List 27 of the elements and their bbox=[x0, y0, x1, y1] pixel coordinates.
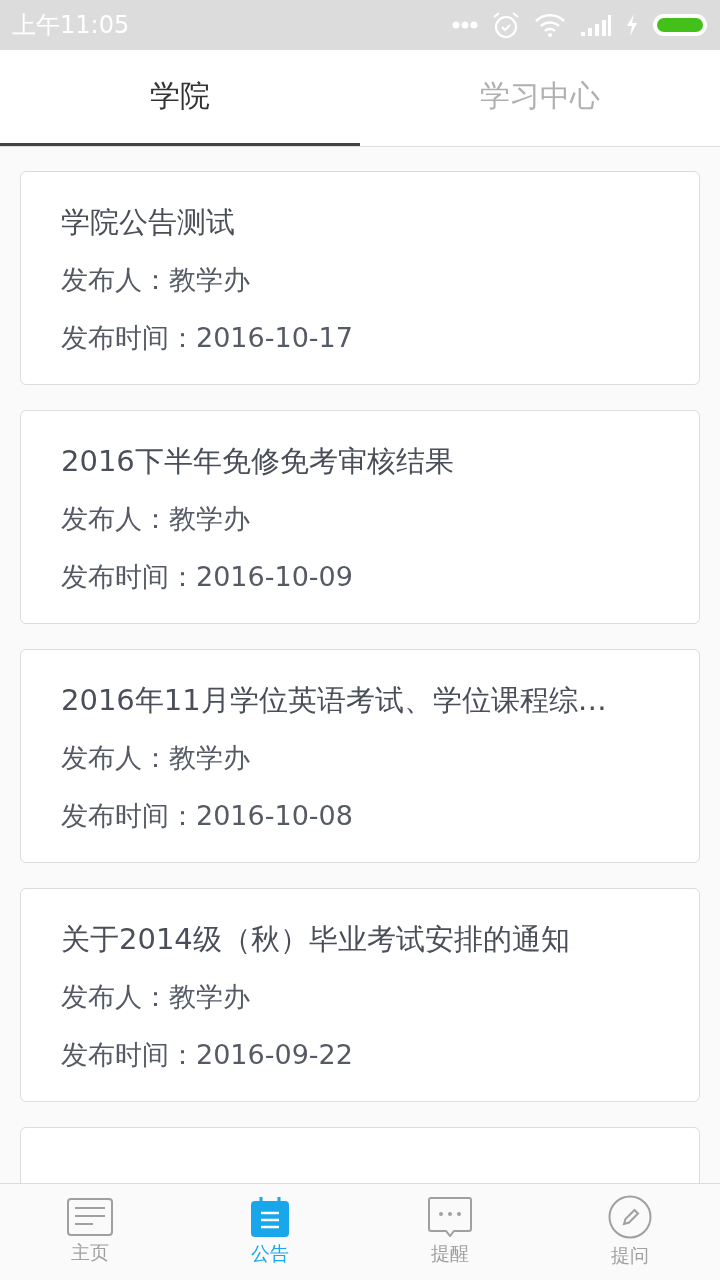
publish-date: 发布时间：2016-10-17 bbox=[61, 321, 354, 355]
publisher-text: 发布人：教学办 bbox=[61, 980, 251, 1014]
notice-title: 2016下半年免修免考审核结果 bbox=[61, 443, 455, 480]
charging-icon bbox=[626, 14, 638, 36]
document-icon bbox=[67, 1198, 113, 1236]
tab[interactable]: 学院 bbox=[0, 50, 360, 146]
publish-date: 发布时间：2016-10-08 bbox=[61, 799, 354, 833]
signal-icon bbox=[580, 14, 612, 36]
wifi-icon bbox=[534, 13, 566, 37]
chat-bubble-icon bbox=[428, 1197, 472, 1237]
more-dots-icon bbox=[452, 21, 478, 29]
publish-date: 发布时间：2016-09-22 bbox=[61, 1038, 354, 1072]
notice-card[interactable]: 2016年11月学位英语考试、学位课程综… 发布人：教学办 发布时间：2016-10-08 bbox=[20, 649, 700, 863]
notice-card[interactable]: 关于2014级（秋）毕业考试安排的通知 发布人：教学办 发布时间：2016-09-22 bbox=[20, 888, 700, 1102]
notice-title: 关于2014级（秋）毕业考试安排的通知 bbox=[61, 921, 571, 958]
publisher-text: 发布人：教学办 bbox=[61, 263, 251, 297]
publisher-text: 发布人：教学办 bbox=[61, 741, 251, 775]
publisher-text: 发布人：教学办 bbox=[61, 502, 251, 536]
alarm-icon bbox=[492, 11, 520, 39]
pencil-icon bbox=[608, 1195, 652, 1239]
notice-card[interactable]: 2016下半年免修免考审核结果 发布人：教学办 发布时间：2016-10-09 bbox=[20, 410, 700, 624]
publish-date: 发布时间：2016-10-09 bbox=[61, 560, 354, 594]
battery-icon bbox=[652, 13, 708, 37]
notice-title: 2016年11月学位英语考试、学位课程综… bbox=[61, 682, 608, 719]
notice-title: 学院公告测试 bbox=[61, 204, 236, 241]
notepad-icon bbox=[251, 1197, 289, 1237]
notice-card[interactable]: 学院公告测试 发布人：教学办 发布时间：2016-10-17 bbox=[20, 171, 700, 385]
